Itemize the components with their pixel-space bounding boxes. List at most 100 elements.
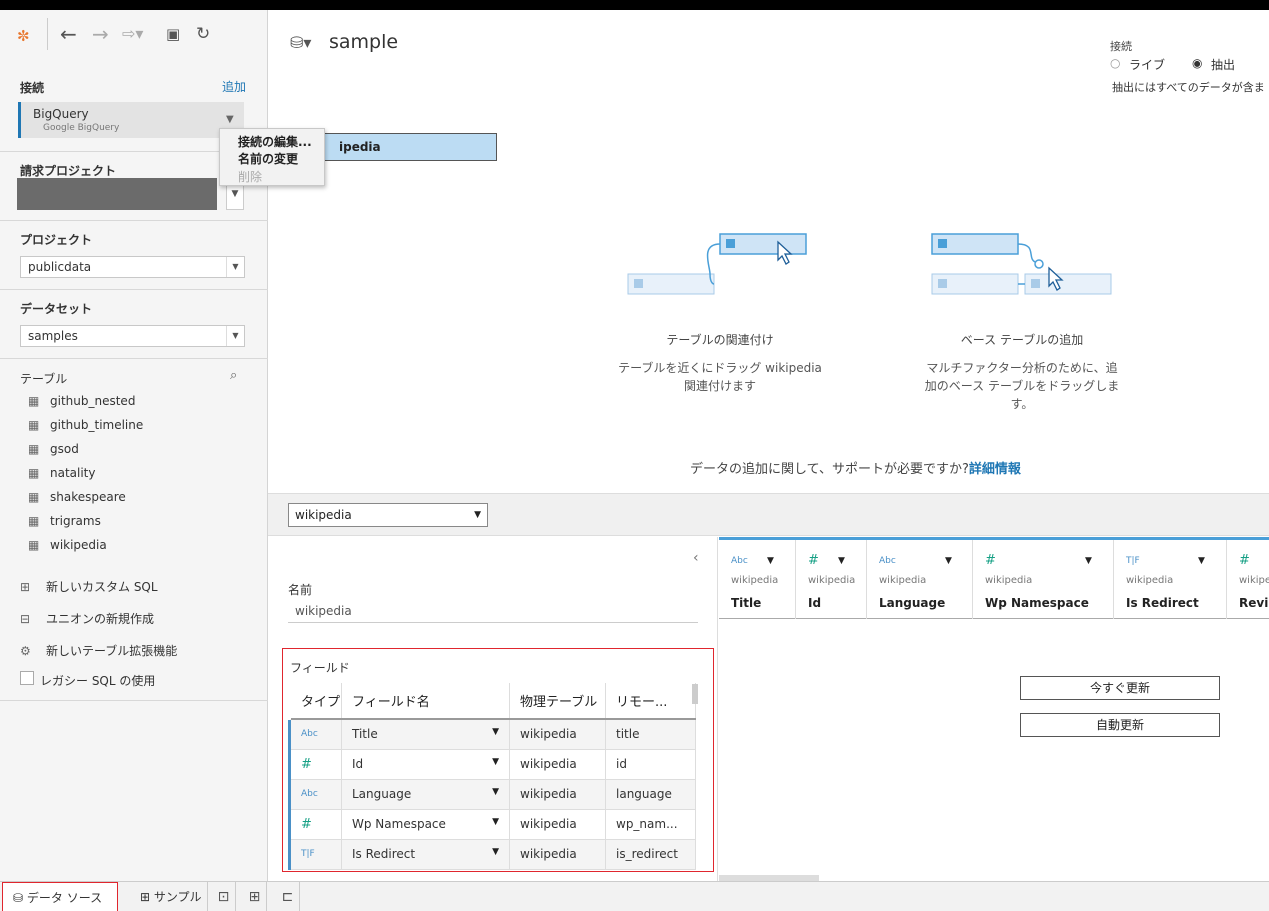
table-item[interactable]: ▦ shakespeare <box>28 490 126 508</box>
col-header-remote[interactable]: リモー... <box>605 683 696 720</box>
col-header-field-name[interactable]: フィールド名 <box>341 683 510 720</box>
chevron-down-icon[interactable]: ▼ <box>838 556 845 566</box>
radio-checked-icon[interactable]: ◉ <box>1192 56 1202 70</box>
tab-datasource[interactable]: ⛁ データ ソース <box>2 882 118 911</box>
new-table-extension[interactable]: ⚙ 新しいテーブル拡張機能 <box>20 642 177 659</box>
field-type[interactable]: Abc <box>288 779 342 810</box>
menu-rename[interactable]: 名前の変更 <box>238 150 298 167</box>
legacy-sql-checkbox[interactable] <box>20 671 34 685</box>
field-remote: is_redirect <box>605 839 696 870</box>
column-type[interactable]: Abc <box>879 556 896 566</box>
field-name-label: Language <box>352 787 412 801</box>
field-type[interactable]: Abc <box>288 719 342 750</box>
col-header-physical-table[interactable]: 物理テーブル <box>509 683 606 720</box>
new-union[interactable]: ⊟ ユニオンの新規作成 <box>20 610 154 627</box>
grid-column[interactable]: T|F ▼ wikipedia Is Redirect <box>1114 540 1227 619</box>
help-relate-desc-line: 関連付けます <box>683 379 756 393</box>
database-icon: ⛁ <box>13 891 27 905</box>
union-icon: ⊟ <box>20 612 31 626</box>
chevron-down-icon[interactable]: ▼ <box>492 847 499 857</box>
chevron-down-icon[interactable]: ▼ <box>492 757 499 767</box>
back-arrow-icon[interactable]: ← <box>60 24 77 44</box>
chevron-down-icon[interactable]: ▼ <box>492 817 499 827</box>
column-type[interactable]: # <box>1239 553 1250 568</box>
field-remote: wp_nam... <box>605 809 696 840</box>
chevron-down-icon: ▼ <box>226 257 244 277</box>
grid-column[interactable]: Abc ▼ wikipedia Language <box>867 540 973 619</box>
column-type[interactable]: # <box>808 553 819 568</box>
field-type[interactable]: # <box>288 749 342 780</box>
column-type[interactable]: Abc <box>731 556 748 566</box>
tab-sample[interactable]: ⊞ サンプル <box>130 882 208 911</box>
help-base-desc: マルチファクター分析のために、追 加のベース テーブルをドラッグしま す。 <box>917 359 1127 413</box>
help-base-desc-line: マルチファクター分析のために、追 <box>926 361 1118 375</box>
menu-edit-connection[interactable]: 接続の編集... <box>238 133 312 150</box>
field-type[interactable]: # <box>288 809 342 840</box>
table-row[interactable]: # Wp Namespace ▼ wikipedia wp_nam... <box>288 809 696 840</box>
chevron-down-icon[interactable]: ▼ <box>226 114 234 125</box>
collapse-panel-icon[interactable]: ‹ <box>693 550 699 566</box>
project-select[interactable]: publicdata ▼ <box>20 256 245 278</box>
name-underline <box>288 622 698 623</box>
field-type[interactable]: T|F <box>288 839 342 870</box>
table-select[interactable]: wikipedia ▼ <box>288 503 488 527</box>
table-item[interactable]: ▦ github_timeline <box>28 418 143 436</box>
add-connection-link[interactable]: 追加 <box>222 78 246 95</box>
table-item[interactable]: ▦ github_nested <box>28 394 135 412</box>
radio-extract-label[interactable]: 抽出 <box>1211 56 1235 73</box>
table-row[interactable]: Abc Language ▼ wikipedia language <box>288 779 696 810</box>
tableau-logo-icon[interactable]: ✼ <box>17 26 30 46</box>
auto-update-button[interactable]: 自動更新 <box>1020 713 1220 737</box>
chevron-down-icon[interactable]: ▼ <box>1198 556 1205 566</box>
column-type[interactable]: T|F <box>1126 556 1140 566</box>
save-icon[interactable]: ▣ <box>166 24 180 44</box>
dataset-select[interactable]: samples ▼ <box>20 325 245 347</box>
field-name[interactable]: Title ▼ <box>341 719 510 750</box>
table-row[interactable]: # Id ▼ wikipedia id <box>288 749 696 780</box>
grid-column[interactable]: # wikipe Revis <box>1227 540 1269 619</box>
table-item[interactable]: ▦ wikipedia <box>28 538 107 556</box>
table-row[interactable]: T|F Is Redirect ▼ wikipedia is_redirect <box>288 839 696 870</box>
new-dashboard-icon[interactable]: ⊞ <box>243 882 267 911</box>
forward-arrow-icon[interactable]: → <box>92 24 109 44</box>
field-name[interactable]: Language ▼ <box>341 779 510 810</box>
table-item[interactable]: ▦ gsod <box>28 442 79 460</box>
grid-column[interactable]: Abc ▼ wikipedia Title <box>719 540 796 619</box>
connection-item[interactable]: BigQuery Google BigQuery ▼ <box>18 102 244 138</box>
chevron-down-icon[interactable]: ▼ <box>492 787 499 797</box>
table-item[interactable]: ▦ natality <box>28 466 96 484</box>
refresh-icon[interactable]: ↻ <box>196 24 210 44</box>
chevron-down-icon[interactable]: ▼ <box>767 556 774 566</box>
new-story-icon[interactable]: ⊏ <box>276 882 300 911</box>
new-custom-sql[interactable]: ⊞ 新しいカスタム SQL <box>20 578 158 595</box>
field-name[interactable]: Is Redirect ▼ <box>341 839 510 870</box>
field-name[interactable]: Wp Namespace ▼ <box>341 809 510 840</box>
radio-live-label[interactable]: ライブ <box>1129 56 1165 73</box>
name-value[interactable]: wikipedia <box>295 604 352 618</box>
update-now-button[interactable]: 今すぐ更新 <box>1020 676 1220 700</box>
new-worksheet-icon[interactable]: ⊡ <box>212 882 236 911</box>
datasource-icon[interactable]: ⛁▾ <box>290 33 311 52</box>
divider <box>0 289 268 290</box>
column-type[interactable]: # <box>985 553 996 568</box>
window-top-bar <box>0 0 1269 10</box>
datasource-title[interactable]: sample <box>329 31 398 53</box>
field-name[interactable]: Id ▼ <box>341 749 510 780</box>
table-row[interactable]: Abc Title ▼ wikipedia title <box>288 719 696 750</box>
more-info-link[interactable]: 詳細情報 <box>969 462 1021 477</box>
grid-column[interactable]: # ▼ wikipedia Id <box>796 540 867 619</box>
col-header-type[interactable]: タイプ <box>289 683 342 720</box>
column-name: Is Redirect <box>1126 596 1199 610</box>
billing-project-input[interactable] <box>17 178 217 210</box>
table-item[interactable]: ▦ trigrams <box>28 514 101 532</box>
grid-column[interactable]: # ▼ wikipedia Wp Namespace <box>973 540 1114 619</box>
chevron-down-icon[interactable]: ▼ <box>492 727 499 737</box>
field-table: wikipedia <box>509 809 606 840</box>
redo-icon[interactable]: ⇨▾ <box>122 24 143 44</box>
chevron-down-icon[interactable]: ▼ <box>945 556 952 566</box>
table-item-label: gsod <box>50 442 79 456</box>
search-icon[interactable]: ⌕ <box>230 368 237 383</box>
fields-scrollbar[interactable] <box>692 684 698 704</box>
radio-unchecked-icon[interactable]: ○ <box>1110 56 1120 70</box>
chevron-down-icon[interactable]: ▼ <box>1085 556 1092 566</box>
